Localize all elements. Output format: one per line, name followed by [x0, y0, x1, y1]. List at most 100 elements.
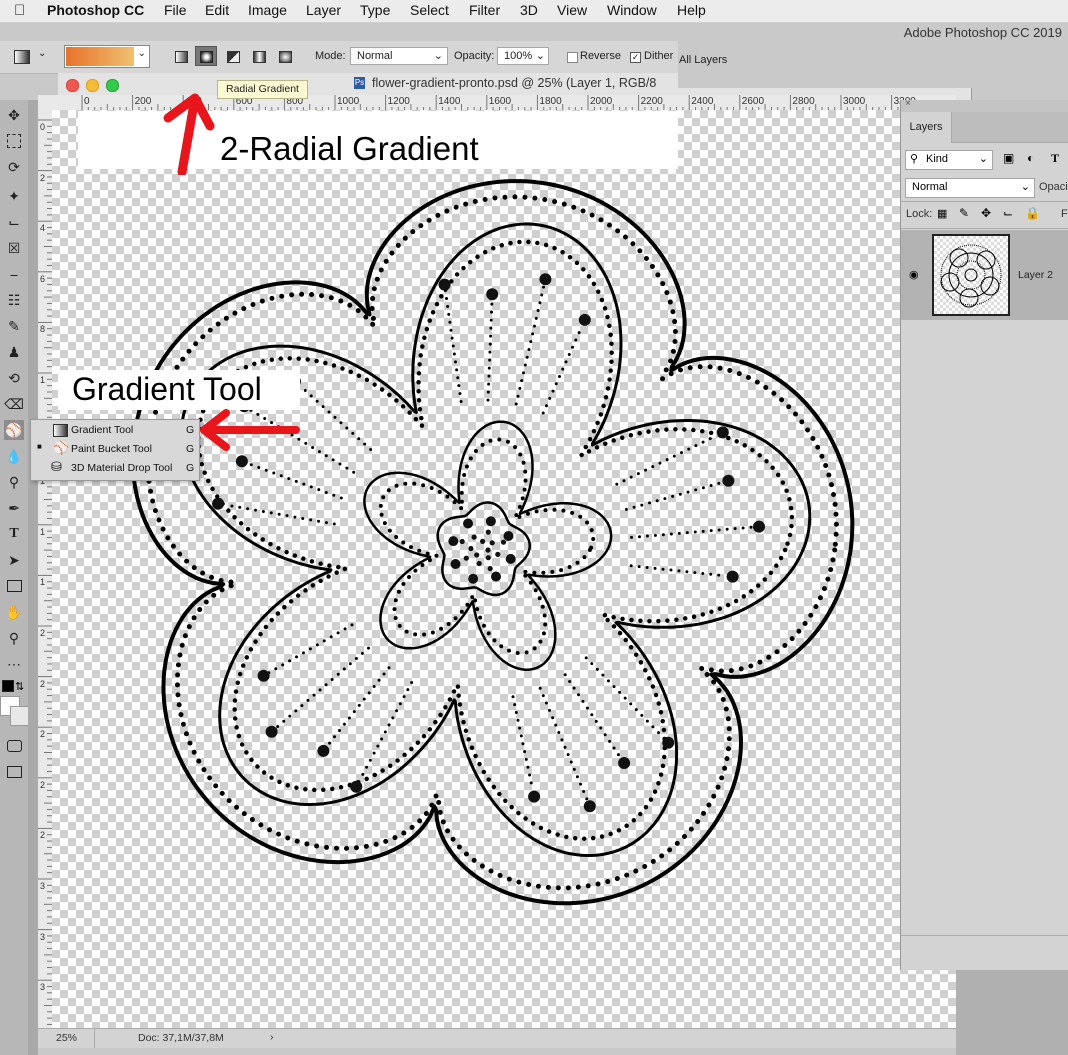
zoom-window-icon[interactable]: [106, 79, 119, 92]
flyout-item-paint-bucket[interactable]: ■ ⚾ Paint Bucket Tool G: [31, 440, 199, 459]
menu-layer[interactable]: Layer: [306, 2, 341, 18]
paint-bucket-tool-icon: ⚾: [53, 440, 70, 455]
lock-all-icon[interactable]: 🔒: [1025, 206, 1040, 220]
menu-edit[interactable]: Edit: [205, 2, 229, 18]
gradient-picker[interactable]: ⌄: [64, 45, 150, 68]
tool-preset-picker[interactable]: ⌄: [8, 46, 52, 68]
path-selection-tool-icon[interactable]: ➤: [4, 550, 24, 570]
move-tool-icon[interactable]: ✥: [4, 105, 24, 125]
ruler-label: 1800: [539, 96, 562, 107]
lock-pixels-icon[interactable]: ✎: [959, 206, 969, 220]
swap-colors-icon[interactable]: ⇅: [15, 680, 24, 693]
rectangle-tool-icon[interactable]: [4, 576, 24, 596]
healing-brush-tool-icon[interactable]: ☷: [4, 290, 24, 310]
zoom-tool-icon[interactable]: ⚲: [4, 628, 24, 648]
screen-mode-icon[interactable]: [4, 762, 24, 782]
arrow-left-icon: [200, 409, 300, 451]
petal-dotted-ray: [541, 323, 584, 415]
minimize-window-icon[interactable]: [86, 79, 99, 92]
dodge-tool-icon[interactable]: ⚲: [4, 472, 24, 492]
reflected-gradient-button[interactable]: [248, 46, 270, 66]
default-colors-icon[interactable]: [2, 680, 14, 692]
ruler-label: 200: [134, 96, 152, 107]
history-brush-tool-icon[interactable]: ⟲: [4, 368, 24, 388]
crop-tool-icon[interactable]: ⌙: [4, 212, 24, 232]
tools-divider: [28, 100, 38, 1055]
layer-filter-select[interactable]: ⚲ Kind ⌄: [905, 150, 993, 170]
menu-3d[interactable]: 3D: [520, 2, 538, 18]
mode-select[interactable]: Normal ⌄: [350, 47, 448, 65]
filter-image-icon[interactable]: ▣: [1003, 151, 1014, 165]
petal-dot: [438, 278, 451, 291]
layer-thumbnail-flower: [940, 244, 1002, 308]
lock-transparent-icon[interactable]: ▦: [937, 207, 947, 220]
chevron-down-icon: ⌄: [433, 50, 443, 62]
menu-view[interactable]: View: [557, 2, 587, 18]
menu-filter[interactable]: Filter: [469, 2, 500, 18]
apple-icon[interactable]: : [14, 2, 25, 19]
mode-label: Mode:: [315, 50, 346, 62]
diamond-gradient-button[interactable]: [274, 46, 296, 66]
close-panel-icon[interactable]: ×: [905, 98, 911, 109]
frame-tool-icon[interactable]: ☒: [4, 238, 24, 258]
layer-row[interactable]: ◉ Layer 2: [901, 230, 1068, 320]
brush-tool-icon[interactable]: ✎: [4, 316, 24, 336]
blur-tool-icon[interactable]: 💧: [4, 446, 24, 466]
ruler-label: 4: [40, 223, 46, 234]
lock-position-icon[interactable]: ✥: [981, 206, 991, 220]
menu-select[interactable]: Select: [410, 2, 449, 18]
petal-dot: [350, 780, 363, 793]
petal-dotted-ray: [443, 289, 463, 403]
more-tools-icon[interactable]: ⋯: [4, 654, 24, 674]
eye-icon[interactable]: ◉: [909, 268, 919, 281]
clone-stamp-tool-icon[interactable]: ♟: [4, 342, 24, 362]
petal-dotted-ray: [267, 623, 354, 675]
filter-type-icon[interactable]: T: [1051, 151, 1059, 166]
ruler-label: 0: [40, 122, 46, 132]
ruler-label: 3000: [843, 96, 866, 107]
opacity-field[interactable]: 100% ⌄: [497, 47, 549, 65]
close-window-icon[interactable]: [66, 79, 79, 92]
flyout-item-gradient[interactable]: Gradient Tool G: [31, 421, 199, 440]
layer-name[interactable]: Layer 2: [1018, 269, 1053, 281]
lock-label: Lock:: [906, 208, 933, 220]
ruler-label: 1: [40, 577, 46, 588]
reverse-checkbox[interactable]: [567, 52, 578, 63]
pen-tool-icon[interactable]: ✒: [4, 498, 24, 518]
menu-window[interactable]: Window: [607, 2, 657, 18]
app-window-title: Adobe Photoshop CC 2019: [903, 25, 1062, 40]
hand-tool-icon[interactable]: ✋: [4, 602, 24, 622]
blend-mode-select[interactable]: Normal ⌄: [905, 178, 1035, 198]
lasso-tool-icon[interactable]: ⟳: [4, 157, 24, 177]
type-tool-icon[interactable]: T: [4, 524, 24, 544]
opacity-value: 100%: [504, 50, 533, 62]
quick-mask-icon[interactable]: [4, 736, 24, 756]
zoom-level[interactable]: 25%: [56, 1032, 77, 1044]
tools-panel: ✥ ⟳ ✦ ⌙ ☒ ⎯ ☷ ✎ ♟ ⟲ ⌫ ⚾ 💧 ⚲ ✒ T ➤ ✋ ⚲ ⋯ …: [0, 100, 30, 1055]
ruler-label: 1: [40, 526, 46, 537]
ruler-label: 1200: [387, 96, 410, 107]
petal-dotted-ray: [624, 480, 725, 511]
chevron-right-icon[interactable]: ›: [270, 1031, 274, 1043]
eraser-tool-icon[interactable]: ⌫: [4, 394, 24, 414]
eyedropper-tool-icon[interactable]: ⎯: [4, 264, 24, 284]
flyout-item-3d-material-drop[interactable]: ⛁ 3D Material Drop Tool G: [31, 459, 199, 478]
marquee-tool-icon[interactable]: [4, 131, 24, 151]
filter-adjustment-icon[interactable]: ◐: [1027, 151, 1034, 165]
dither-checkbox[interactable]: ✓: [630, 52, 641, 63]
arrow-up-icon: [163, 93, 215, 175]
magic-wand-tool-icon[interactable]: ✦: [4, 186, 24, 206]
app-menu[interactable]: Photoshop CC: [47, 2, 144, 18]
petal-dotted-ray: [629, 564, 729, 578]
background-color-swatch[interactable]: [10, 706, 30, 726]
app-background: [956, 970, 1068, 1055]
ruler-vertical: 024681111122222333: [38, 110, 53, 1028]
canvas[interactable]: [52, 110, 972, 1028]
menu-type[interactable]: Type: [360, 2, 390, 18]
lock-artboard-icon[interactable]: ⌙: [1003, 206, 1013, 220]
tab-layers[interactable]: Layers: [901, 112, 952, 143]
menu-file[interactable]: File: [164, 2, 187, 18]
menu-image[interactable]: Image: [248, 2, 287, 18]
paint-bucket-tool-icon[interactable]: ⚾: [4, 420, 24, 440]
menu-help[interactable]: Help: [677, 2, 706, 18]
